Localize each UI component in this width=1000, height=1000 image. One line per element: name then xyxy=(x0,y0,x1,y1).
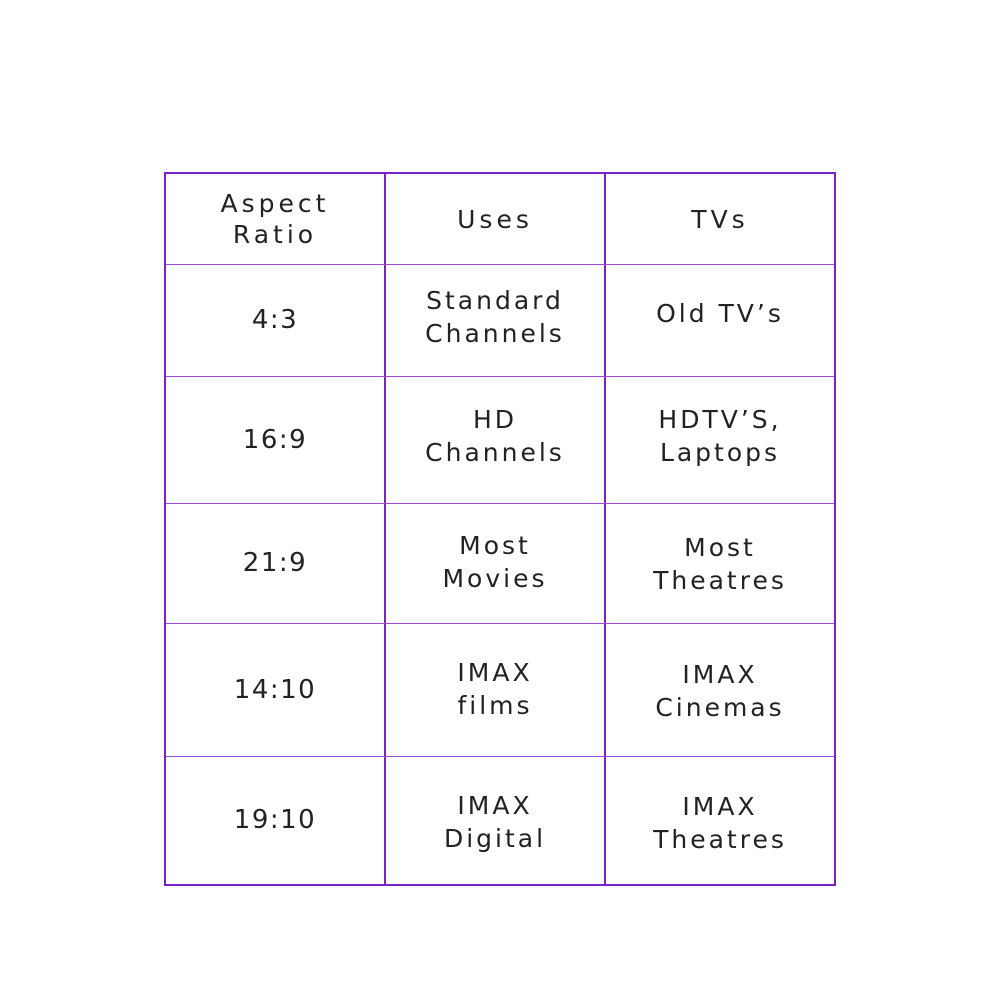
header-cell-uses: Uses xyxy=(386,174,604,264)
table-cell-tvs: HDTV’S, Laptops xyxy=(606,377,834,494)
cell-text: Standard Channels xyxy=(425,286,565,348)
cell-text: 4:3 xyxy=(251,305,299,335)
table-cell-tvs: Most Theatres xyxy=(606,504,834,623)
table-cell-uses: HD Channels xyxy=(386,377,604,494)
table-cell-uses: IMAX Digital xyxy=(386,757,604,887)
table-cell-ratio: 21:9 xyxy=(166,504,384,623)
cell-text: Old TV’s xyxy=(656,298,784,328)
cell-text: HDTV’S, Laptops xyxy=(658,404,782,467)
cell-text: HD Channels xyxy=(425,404,565,467)
table-cell-tvs: IMAX Theatres xyxy=(606,757,834,889)
cell-text: IMAX Digital xyxy=(443,791,547,853)
cell-text: 21:9 xyxy=(242,548,308,578)
cell-text: IMAX Theatres xyxy=(653,792,787,854)
cell-text: IMAX films xyxy=(457,658,533,720)
cell-text: Most Theatres xyxy=(653,532,787,595)
table-cell-uses: Standard Channels xyxy=(386,265,604,369)
header-label: Uses xyxy=(457,204,533,234)
cell-text: IMAX Cinemas xyxy=(655,660,785,722)
table-cell-ratio: 4:3 xyxy=(166,265,384,376)
table-cell-ratio: 16:9 xyxy=(166,377,384,503)
table-cell-tvs: IMAX Cinemas xyxy=(606,624,834,758)
cell-text: 19:10 xyxy=(233,805,317,835)
cell-text: 16:9 xyxy=(242,424,308,455)
table-cell-ratio: 14:10 xyxy=(166,624,384,756)
header-label: Aspect Ratio xyxy=(220,189,330,249)
header-cell-tvs: TVs xyxy=(606,174,834,264)
cell-text: 14:10 xyxy=(233,674,317,705)
header-label: TVs xyxy=(691,204,749,234)
table-cell-uses: Most Movies xyxy=(386,504,604,619)
header-cell-aspect-ratio: Aspect Ratio xyxy=(166,174,384,264)
aspect-ratio-table: Aspect Ratio Uses TVs 4:3 Standard Chann… xyxy=(164,172,836,886)
cell-text: Most Movies xyxy=(442,530,548,593)
table-cell-uses: IMAX films xyxy=(386,624,604,754)
table-cell-tvs: Old TV’s xyxy=(606,265,834,361)
table-cell-ratio: 19:10 xyxy=(166,757,384,884)
